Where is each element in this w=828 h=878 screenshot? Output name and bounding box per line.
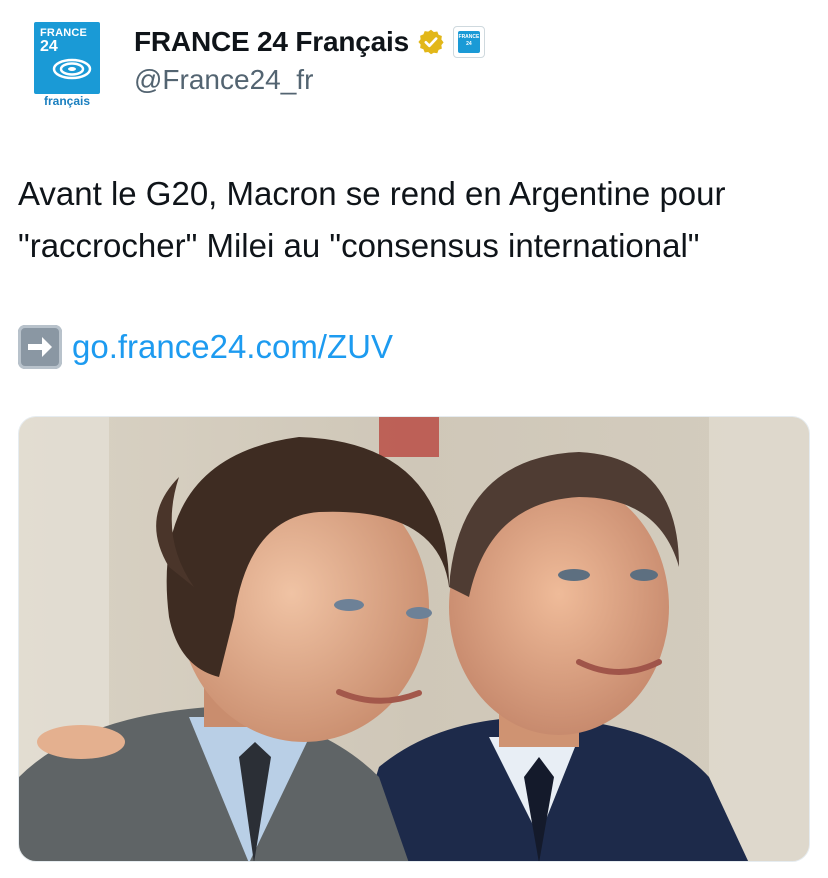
logo-rings-icon xyxy=(52,58,92,80)
display-name[interactable]: FRANCE 24 Français xyxy=(134,26,409,58)
france24-logo: FRANCE 24 xyxy=(34,22,100,94)
logo-language-label: français xyxy=(43,94,91,108)
tweet-link-row: go.france24.com/ZUV xyxy=(18,322,393,372)
affiliation-badge-text: FRANCE 24 xyxy=(457,31,480,53)
tweet-text: Avant le G20, Macron se rend en Argentin… xyxy=(18,175,726,264)
affiliation-badge-icon[interactable]: FRANCE 24 xyxy=(452,26,485,58)
tweet-link[interactable]: go.france24.com/ZUV xyxy=(72,328,393,366)
verified-badge-icon[interactable] xyxy=(417,28,445,56)
tweet-photo[interactable] xyxy=(18,416,810,862)
profile-avatar[interactable]: FRANCE 24 français xyxy=(24,18,108,108)
author-name-row: FRANCE 24 Français FRANCE 24 xyxy=(134,22,485,62)
right-arrow-icon xyxy=(18,325,62,369)
photo-illustration xyxy=(19,417,809,861)
user-handle[interactable]: @France24_fr xyxy=(134,64,313,96)
